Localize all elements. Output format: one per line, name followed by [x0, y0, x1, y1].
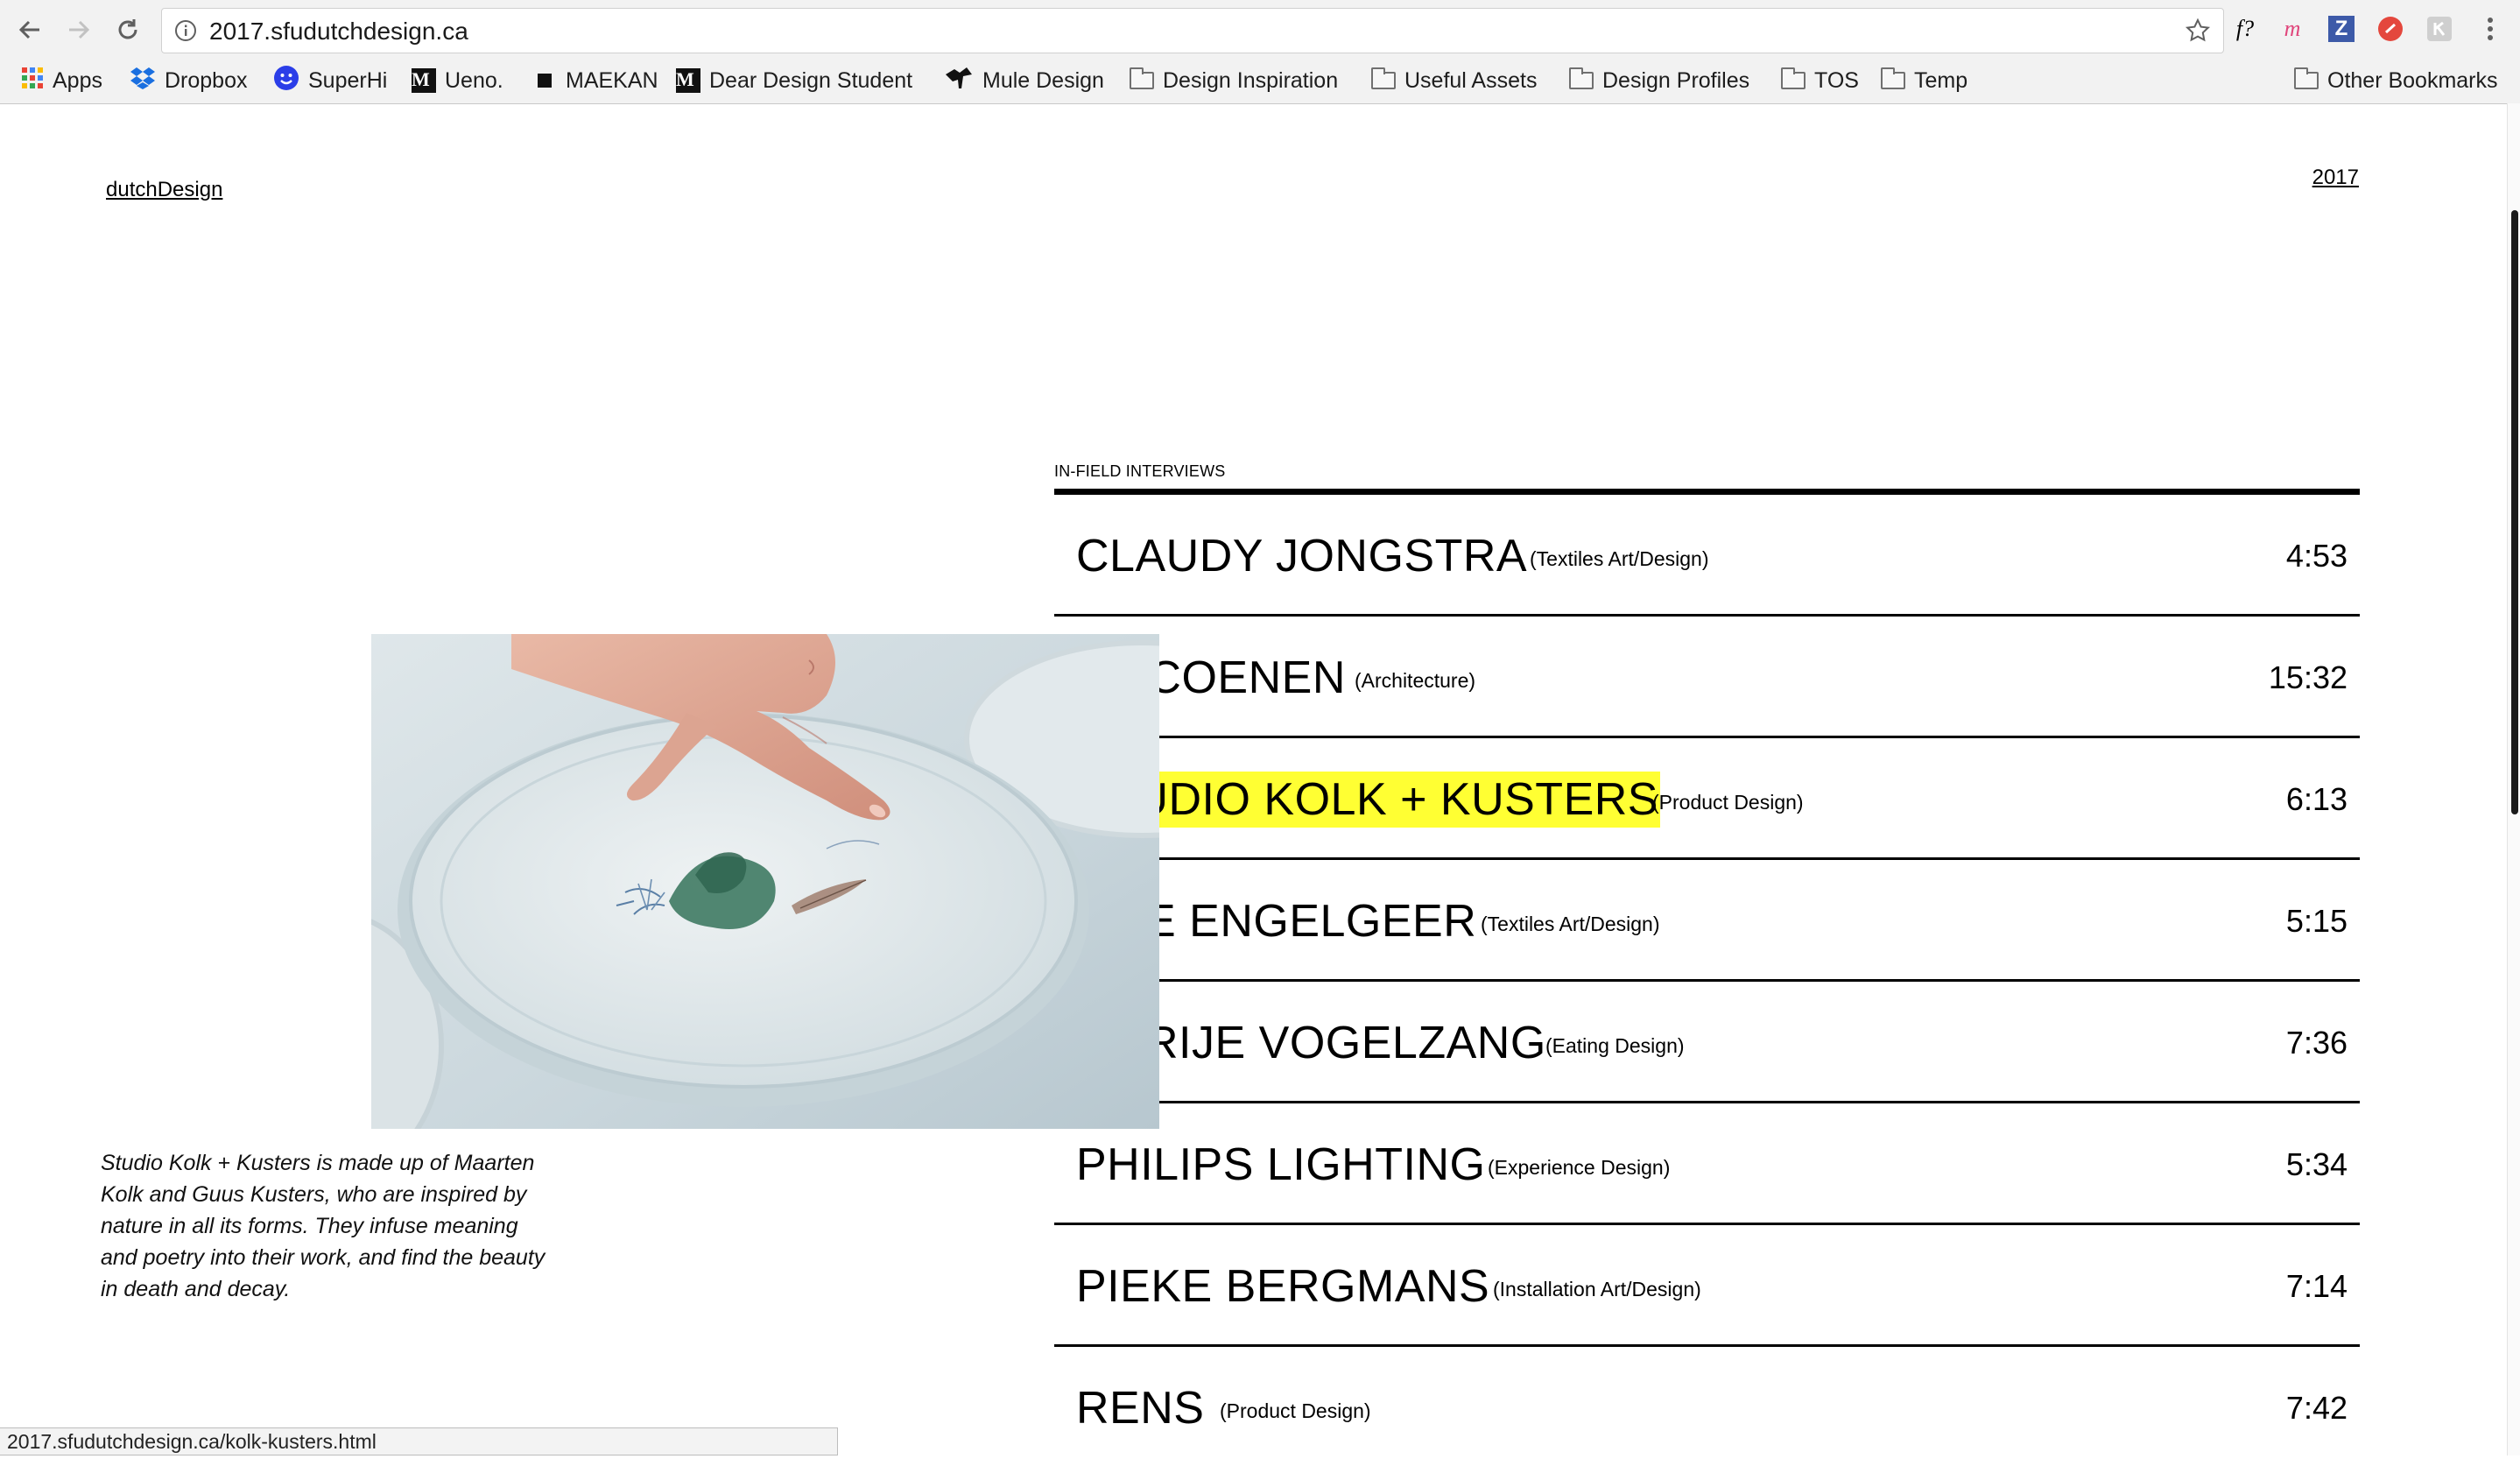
- medium-icon: M: [676, 68, 700, 93]
- zotero-z-label: Z: [2328, 16, 2355, 42]
- bookmarks-bar: Apps Dropbox SuperHi M Ueno. MAEKAN M De…: [0, 61, 2520, 102]
- zotero-icon[interactable]: Z: [2326, 13, 2357, 45]
- muzli-icon[interactable]: m: [2277, 13, 2308, 45]
- bookmark-useful-assets[interactable]: Useful Assets: [1371, 65, 1537, 96]
- folder-icon: [1781, 67, 1806, 89]
- interview-duration: 7:14: [2285, 1268, 2348, 1304]
- interview-category: (Architecture): [1355, 669, 1476, 692]
- bookmark-mule-design[interactable]: Mule Design: [944, 65, 1104, 96]
- section-divider: [1054, 489, 2360, 495]
- browser-toolbar: 2017.sfudutchdesign.ca f? m Z: [0, 0, 2520, 60]
- other-bookmarks[interactable]: Other Bookmarks: [2294, 65, 2498, 96]
- interview-category: (Textiles Art/Design): [1481, 913, 1660, 935]
- interview-category: (Installation Art/Design): [1493, 1278, 1701, 1300]
- folder-icon: [1371, 67, 1396, 89]
- interview-row[interactable]: MAE ENGELGEER (Textiles Art/Design) 5:15: [1054, 860, 2360, 982]
- interview-row-active[interactable]: STUDIO KOLK + KUSTERS (Product Design) 6…: [1054, 738, 2360, 860]
- bookmark-tos[interactable]: TOS: [1781, 65, 1859, 96]
- bookmark-label: Dropbox: [165, 67, 248, 93]
- fontface-ninja-icon[interactable]: f?: [2229, 13, 2261, 45]
- interview-row[interactable]: MARIJE VOGELZANG (Eating Design) 7:36: [1054, 982, 2360, 1103]
- superhi-icon: [273, 65, 299, 97]
- interview-list: CLAUDY JONGSTRA (Textiles Art/Design) 4:…: [1054, 495, 2360, 1466]
- interview-row[interactable]: CLAUDY JONGSTRA (Textiles Art/Design) 4:…: [1054, 495, 2360, 617]
- browser-chrome: 2017.sfudutchdesign.ca f? m Z Apps Dropb…: [0, 0, 2520, 104]
- interview-duration: 7:36: [2285, 1025, 2348, 1061]
- bookmark-star-icon[interactable]: [2185, 18, 2211, 48]
- info-icon[interactable]: [174, 19, 197, 46]
- bookmark-ueno[interactable]: M Ueno.: [412, 65, 503, 96]
- interview-duration: 4:53: [2285, 538, 2348, 574]
- bookmark-design-profiles[interactable]: Design Profiles: [1569, 65, 1749, 96]
- mule-icon: [944, 66, 974, 96]
- bookmark-label: Temp: [1914, 67, 1968, 93]
- interview-description: Studio Kolk + Kusters is made up of Maar…: [101, 1151, 546, 1301]
- disabled-extension-icon[interactable]: [2424, 13, 2455, 45]
- bookmark-dear-design-student[interactable]: M Dear Design Student: [676, 65, 912, 96]
- medium-icon: M: [412, 68, 436, 93]
- bookmark-label: MAEKAN: [566, 67, 658, 93]
- folder-icon: [1881, 67, 1905, 89]
- bookmark-apps[interactable]: Apps: [21, 65, 102, 96]
- link-status-bar: 2017.sfudutchdesign.ca/kolk-kusters.html: [0, 1427, 838, 1455]
- address-url[interactable]: 2017.sfudutchdesign.ca: [209, 18, 468, 46]
- bookmark-label: Mule Design: [982, 67, 1104, 93]
- bookmark-label: TOS: [1814, 67, 1859, 93]
- interview-duration: 7:42: [2285, 1390, 2348, 1426]
- bookmark-maekan[interactable]: MAEKAN: [534, 65, 658, 96]
- bookmark-label: Ueno.: [445, 67, 503, 93]
- section-title: IN-FIELD INTERVIEWS: [1054, 462, 1226, 480]
- maekan-icon: [538, 74, 552, 88]
- site-logo-link[interactable]: dutchDesign: [106, 178, 222, 202]
- apps-grid-icon: [21, 67, 44, 95]
- interview-duration: 6:13: [2285, 781, 2348, 817]
- interview-row[interactable]: RENS (Product Design) 7:42: [1054, 1347, 2360, 1466]
- year-link[interactable]: 2017: [2312, 166, 2359, 190]
- interview-category: (Product Design): [1220, 1399, 1371, 1422]
- back-button[interactable]: [12, 12, 47, 47]
- folder-icon: [2294, 67, 2319, 89]
- bookmark-label: SuperHi: [308, 67, 388, 93]
- folder-icon: [1130, 67, 1154, 89]
- interview-row[interactable]: PIEKE BERGMANS (Installation Art/Design)…: [1054, 1225, 2360, 1347]
- interview-row[interactable]: PHILIPS LIGHTING (Experience Design) 5:3…: [1054, 1103, 2360, 1225]
- bookmark-superhi[interactable]: SuperHi: [273, 65, 387, 96]
- reload-icon: [118, 19, 137, 39]
- interview-name[interactable]: RENS: [1074, 1380, 1206, 1436]
- interview-category: (Textiles Art/Design): [1530, 547, 1709, 570]
- bookmark-label: Design Profiles: [1602, 67, 1750, 93]
- interview-name-highlighted[interactable]: STUDIO KOLK + KUSTERS: [1074, 772, 1660, 828]
- scrollbar-track[interactable]: [2507, 103, 2520, 1455]
- other-bookmarks-label: Other Bookmarks: [2327, 67, 2498, 93]
- interview-preview-image: [371, 634, 1159, 1129]
- bookmark-temp[interactable]: Temp: [1881, 65, 1967, 96]
- interview-name[interactable]: PHILIPS LIGHTING: [1074, 1137, 1487, 1193]
- bookmark-label: Dear Design Student: [709, 67, 913, 93]
- interview-category: (Product Design): [1652, 791, 1804, 814]
- dropbox-icon: [130, 67, 156, 95]
- reload-button[interactable]: [110, 12, 145, 47]
- interview-duration: 5:15: [2285, 903, 2348, 939]
- bookmark-label: Useful Assets: [1404, 67, 1538, 93]
- bookmark-label: Design Inspiration: [1163, 67, 1339, 93]
- bookmark-label: Apps: [53, 67, 102, 93]
- record-extension-icon[interactable]: [2375, 13, 2406, 45]
- folder-icon: [1569, 67, 1594, 89]
- bookmark-dropbox[interactable]: Dropbox: [130, 65, 248, 96]
- interview-category: (Experience Design): [1488, 1156, 1671, 1179]
- interview-duration: 15:32: [2268, 659, 2348, 695]
- interview-name[interactable]: CLAUDY JONGSTRA: [1074, 528, 1529, 584]
- interview-duration: 5:34: [2285, 1146, 2348, 1182]
- forward-button[interactable]: [61, 12, 96, 47]
- address-bar[interactable]: 2017.sfudutchdesign.ca: [161, 8, 2224, 53]
- bookmark-design-inspiration[interactable]: Design Inspiration: [1130, 65, 1338, 96]
- back-arrow-icon: [18, 20, 39, 39]
- interview-category: (Eating Design): [1545, 1034, 1685, 1057]
- scrollbar-thumb[interactable]: [2511, 210, 2518, 814]
- interview-row[interactable]: JO COENEN (Architecture) 15:32: [1054, 617, 2360, 738]
- interview-name[interactable]: PIEKE BERGMANS: [1074, 1258, 1491, 1314]
- forward-arrow-icon: [69, 20, 90, 39]
- menu-kebab-icon[interactable]: [2474, 13, 2506, 45]
